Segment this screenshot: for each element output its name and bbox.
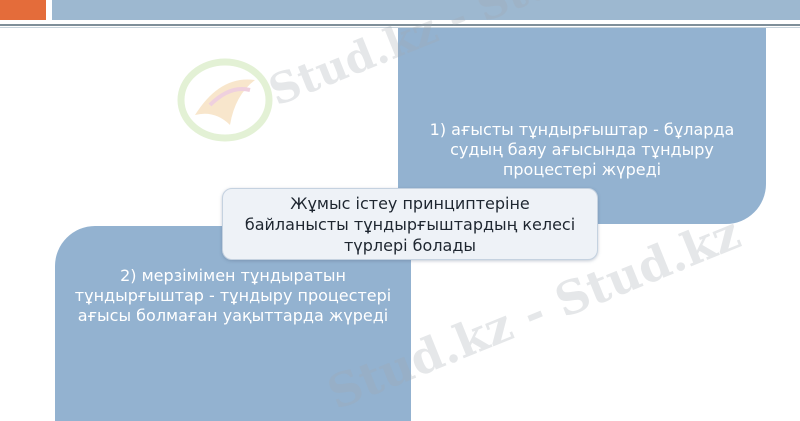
header-bar — [52, 0, 800, 20]
slide: 1) ағысты тұндырғыштар - бұларда судың б… — [0, 0, 800, 421]
center-heading-text: Жұмыс істеу принциптеріне байланысты тұн… — [244, 193, 576, 255]
header-accent-block — [0, 0, 46, 20]
watermark-logo-icon — [177, 58, 273, 142]
panel-flow-settlers-text: 1) ағысты тұндырғыштар - бұларда судың б… — [429, 120, 735, 179]
panel-periodic-settlers-text: 2) мерзімімен тұндыратын тұндырғыштар - … — [74, 266, 392, 325]
center-heading-box: Жұмыс істеу принциптеріне байланысты тұн… — [222, 188, 598, 260]
header-divider — [0, 24, 800, 26]
